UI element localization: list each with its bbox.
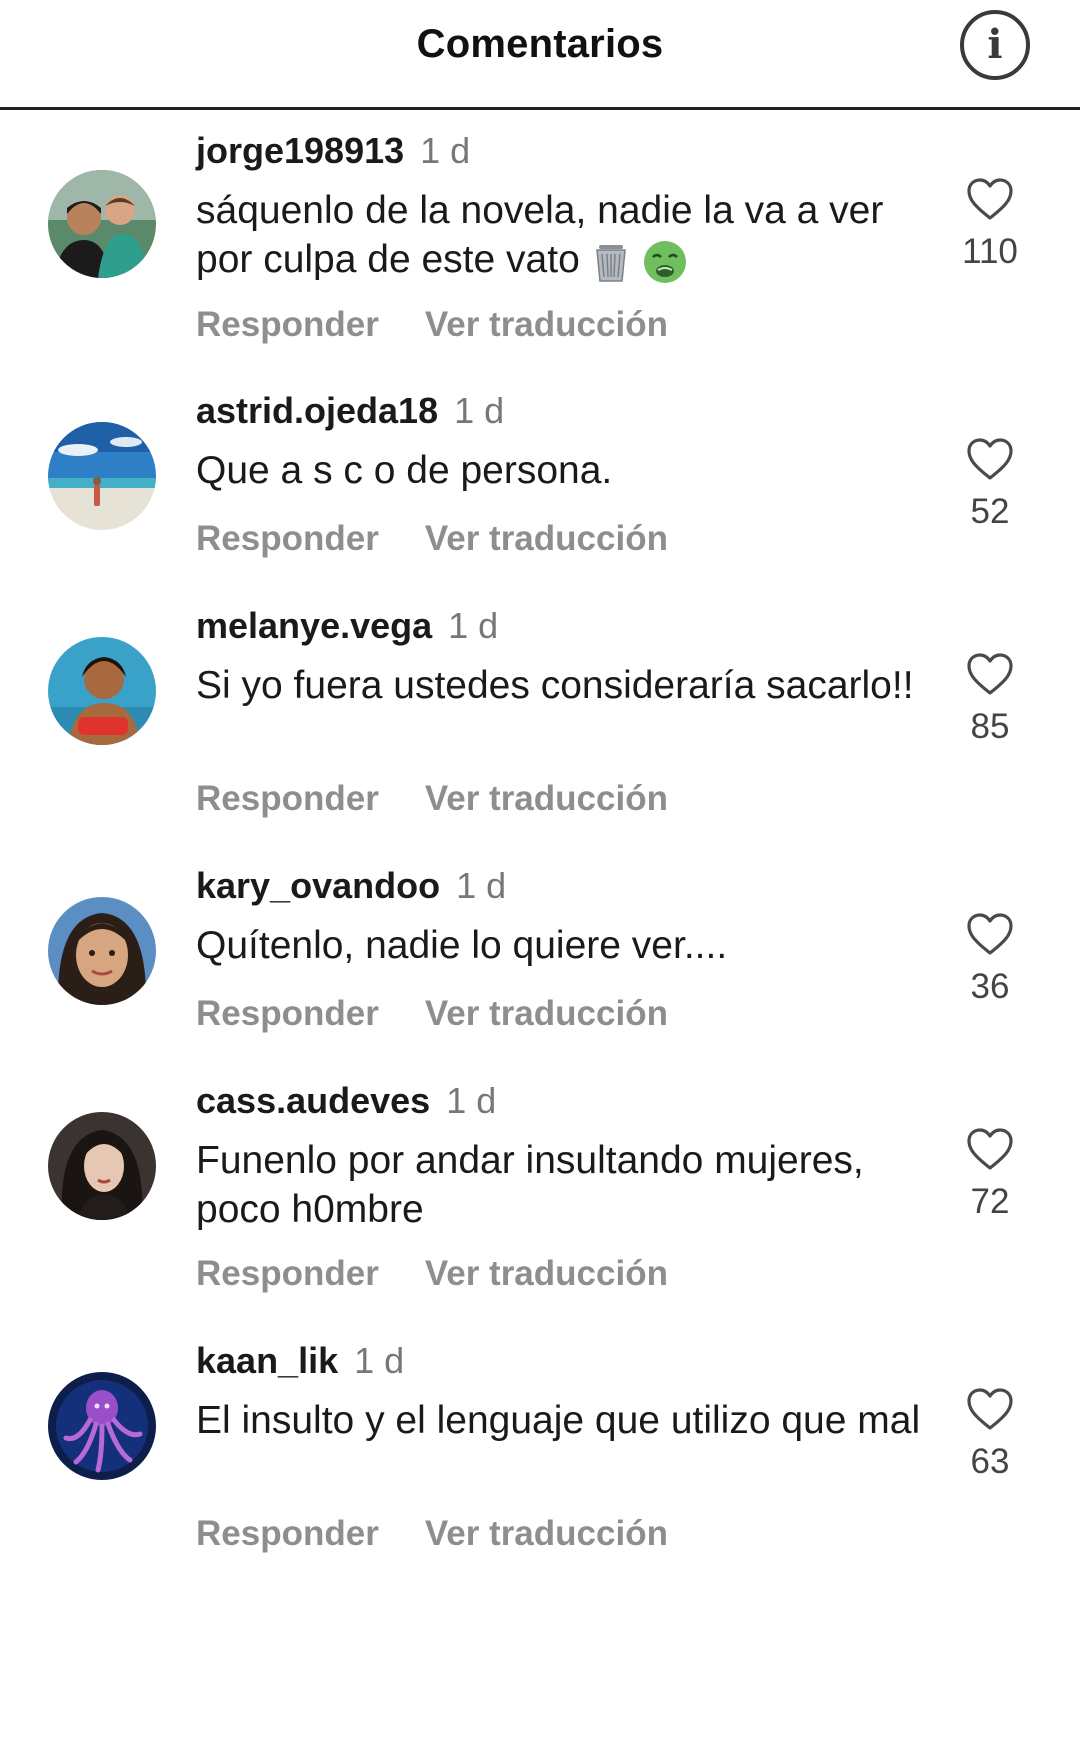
like-count: 110 [962,232,1018,271]
comment-meta: kaan_lik 1 d [196,1340,404,1386]
see-translation-button[interactable]: Ver traducción [425,519,668,558]
comment-actions: Responder Ver traducción [196,1514,668,1554]
heart-icon[interactable] [965,911,1015,957]
comment-timestamp: 1 d [420,130,471,171]
heart-icon[interactable] [965,436,1015,482]
comment-meta: jorge198913 1 d [196,130,470,176]
reply-button[interactable]: Responder [196,779,379,818]
comment-body: Quítenlo, nadie lo quiere ver.... [196,924,728,967]
avatar[interactable] [48,1372,156,1480]
comment-actions: Responder Ver traducción [196,994,668,1034]
comment-body: El insulto y el lenguaje que utilizo que… [196,1399,921,1442]
like-count: 63 [970,1442,1010,1481]
comment-meta: cass.audeves 1 d [196,1080,496,1126]
comment-meta: astrid.ojeda18 1 d [196,390,504,436]
heart-icon[interactable] [965,651,1015,697]
comment-username[interactable]: astrid.ojeda18 [196,390,438,431]
comment-username[interactable]: kary_ovandoo [196,865,440,906]
info-icon[interactable]: i [960,10,1030,80]
comment-timestamp: 1 d [456,865,507,906]
comment-username[interactable]: melanye.vega [196,605,432,646]
reply-button[interactable]: Responder [196,519,379,558]
like-count: 85 [970,707,1010,746]
like-control: 63 [940,1386,1040,1482]
comment-body: sáquenlo de la novela, nadie la va a ver… [196,189,884,281]
comment-timestamp: 1 d [354,1340,405,1381]
comment-actions: Responder Ver traducción [196,779,668,819]
avatar[interactable] [48,897,156,1005]
comment-text: El insulto y el lenguaje que utilizo que… [196,1396,926,1445]
comment-body: Funenlo por andar insultando mujeres, po… [196,1139,864,1231]
comment-timestamp: 1 d [446,1080,497,1121]
like-control: 85 [940,651,1040,747]
comment-body: Si yo fuera ustedes consideraría sacarlo… [196,664,914,707]
comment-actions: Responder Ver traducción [196,519,668,559]
comment-username[interactable]: cass.audeves [196,1080,430,1121]
wastebasket-emoji-icon [595,244,626,282]
comment-actions: Responder Ver traducción [196,305,668,345]
comment-text: Que a s c o de persona. [196,446,926,495]
heart-icon[interactable] [965,1386,1015,1432]
avatar[interactable] [48,637,156,745]
comment-timestamp: 1 d [454,390,505,431]
comment-text: Si yo fuera ustedes consideraría sacarlo… [196,661,926,710]
comment-meta: kary_ovandoo 1 d [196,865,506,911]
comment-text: Quítenlo, nadie lo quiere ver.... [196,921,926,970]
like-control: 110 [940,176,1040,272]
comment-list[interactable]: jorge198913 1 d sáquenlo de la novela, na… [0,113,1080,1739]
comments-screen: Comentarios i jorge198913 1 d sáquenlo d… [0,0,1080,1739]
header: Comentarios i [0,0,1080,110]
nauseated-face-emoji-icon [643,240,686,283]
avatar[interactable] [48,170,156,278]
avatar[interactable] [48,422,156,530]
like-control: 52 [940,436,1040,532]
see-translation-button[interactable]: Ver traducción [425,994,668,1033]
see-translation-button[interactable]: Ver traducción [425,1514,668,1553]
like-control: 72 [940,1126,1040,1222]
like-count: 36 [970,967,1010,1006]
page-title: Comentarios [416,22,664,66]
comment-actions: Responder Ver traducción [196,1254,668,1294]
comment-timestamp: 1 d [448,605,499,646]
comment-meta: melanye.vega 1 d [196,605,498,651]
see-translation-button[interactable]: Ver traducción [425,779,668,818]
reply-button[interactable]: Responder [196,994,379,1033]
comment-username[interactable]: jorge198913 [196,130,404,171]
comment-body: Que a s c o de persona. [196,449,613,492]
comment-text: sáquenlo de la novela, nadie la va a ver… [196,186,926,285]
reply-button[interactable]: Responder [196,1514,379,1553]
like-count: 52 [970,492,1010,531]
comment-username[interactable]: kaan_lik [196,1340,338,1381]
see-translation-button[interactable]: Ver traducción [425,1254,668,1293]
reply-button[interactable]: Responder [196,1254,379,1293]
reply-button[interactable]: Responder [196,305,379,344]
comment-text: Funenlo por andar insultando mujeres, po… [196,1136,926,1234]
like-count: 72 [970,1182,1010,1221]
avatar[interactable] [48,1112,156,1220]
heart-icon[interactable] [965,1126,1015,1172]
heart-icon[interactable] [965,176,1015,222]
like-control: 36 [940,911,1040,1007]
see-translation-button[interactable]: Ver traducción [425,305,668,344]
